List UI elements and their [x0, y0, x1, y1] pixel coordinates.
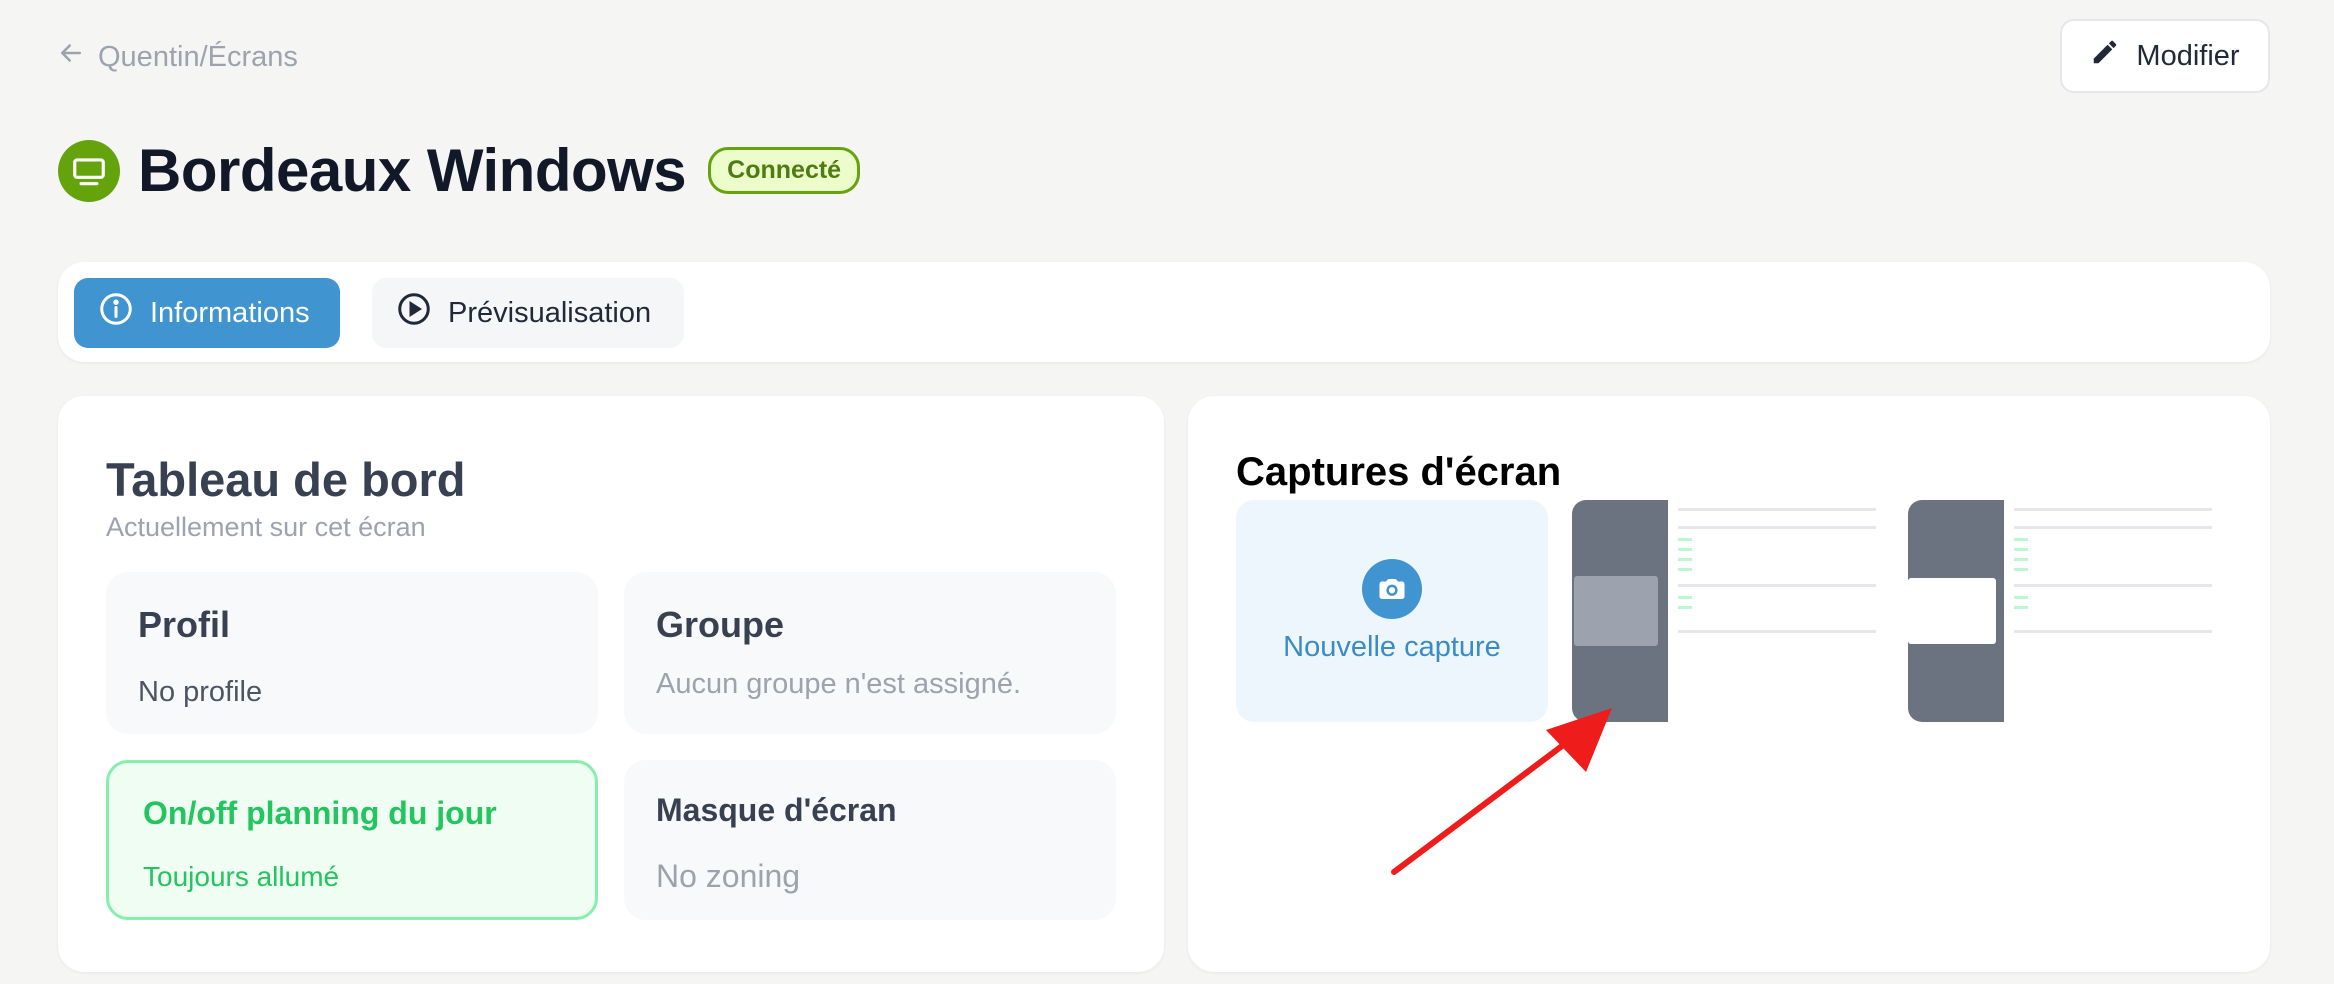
screenshot-thumbnail[interactable]: [1572, 500, 1884, 722]
thumbnail-line: [2014, 508, 2212, 511]
thumbnail-line: [1678, 596, 1692, 599]
breadcrumb-label: Quentin/Écrans: [98, 40, 298, 73]
thumbnail-line: [2014, 526, 2212, 529]
screen-mask-tile-value: No zoning: [656, 858, 801, 894]
screen-mask-tile[interactable]: Masque d'écran No zoning: [624, 760, 1116, 920]
camera-icon: [1362, 558, 1422, 619]
edit-button-label: Modifier: [2136, 39, 2240, 72]
tab-previsualisation-label: Prévisualisation: [448, 296, 652, 329]
screenshots-card: Captures d'écran Nouvelle capture: [1188, 396, 2270, 972]
tab-informations[interactable]: Informations: [74, 278, 340, 348]
tab-informations-label: Informations: [150, 296, 310, 329]
thumbnail-line: [1678, 548, 1692, 551]
profile-tile[interactable]: Profil No profile: [106, 572, 598, 734]
thumbnail-preview-block: [1574, 576, 1658, 646]
annotation-arrow-icon: [1391, 708, 1612, 875]
thumbnail-line: [2014, 606, 2028, 609]
thumbnail-line: [2014, 584, 2212, 587]
group-tile-title: Groupe: [656, 604, 785, 645]
status-badge: Connecté: [708, 147, 861, 194]
thumbnail-line: [1678, 606, 1692, 609]
thumbnail-line: [1678, 630, 1876, 633]
planning-tile[interactable]: On/off planning du jour Toujours allumé: [106, 760, 598, 920]
page-title: Bordeaux Windows: [138, 137, 687, 204]
thumbnail-line: [2014, 538, 2028, 541]
tab-previsualisation[interactable]: Prévisualisation: [372, 278, 684, 348]
info-icon: [98, 291, 134, 335]
title-row: Bordeaux Windows Connecté: [58, 136, 861, 205]
edit-button[interactable]: Modifier: [2060, 19, 2270, 93]
group-tile[interactable]: Groupe Aucun groupe n'est assigné.: [624, 572, 1116, 734]
thumbnail-line: [1678, 568, 1692, 571]
pencil-icon: [2090, 37, 2120, 75]
dashboard-subtitle: Actuellement sur cet écran: [106, 512, 426, 542]
dashboard-card: Tableau de bord Actuellement sur cet écr…: [58, 396, 1164, 972]
tabs-bar: Informations Prévisualisation: [58, 262, 2270, 362]
monitor-icon: [58, 139, 120, 202]
group-tile-value: Aucun groupe n'est assigné.: [656, 668, 1022, 700]
arrow-left-icon: [56, 38, 86, 76]
screen-mask-tile-title: Masque d'écran: [656, 792, 897, 828]
breadcrumb[interactable]: Quentin/Écrans: [56, 38, 298, 76]
new-capture-label: Nouvelle capture: [1283, 630, 1501, 663]
planning-tile-title: On/off planning du jour: [143, 795, 497, 831]
planning-tile-value: Toujours allumé: [143, 861, 340, 892]
thumbnail-line: [1678, 558, 1692, 561]
thumbnail-line: [1678, 584, 1876, 587]
thumbnail-preview-block: [1908, 578, 1996, 644]
thumbnail-line: [2014, 568, 2028, 571]
thumbnail-line: [2014, 548, 2028, 551]
thumbnail-line: [1678, 526, 1876, 529]
thumbnail-line: [2014, 596, 2028, 599]
dashboard-title: Tableau de bord: [106, 453, 466, 506]
thumbnail-line: [1678, 508, 1876, 511]
thumbnail-line: [1678, 538, 1692, 541]
screenshots-title: Captures d'écran: [1236, 450, 1562, 494]
screenshot-thumbnail[interactable]: [1908, 500, 2220, 722]
thumbnail-line: [2014, 558, 2028, 561]
new-capture-button[interactable]: Nouvelle capture: [1236, 500, 1548, 722]
profile-tile-title: Profil: [138, 604, 231, 645]
play-icon: [396, 291, 432, 335]
profile-tile-value: No profile: [138, 676, 263, 708]
thumbnail-line: [2014, 630, 2212, 633]
